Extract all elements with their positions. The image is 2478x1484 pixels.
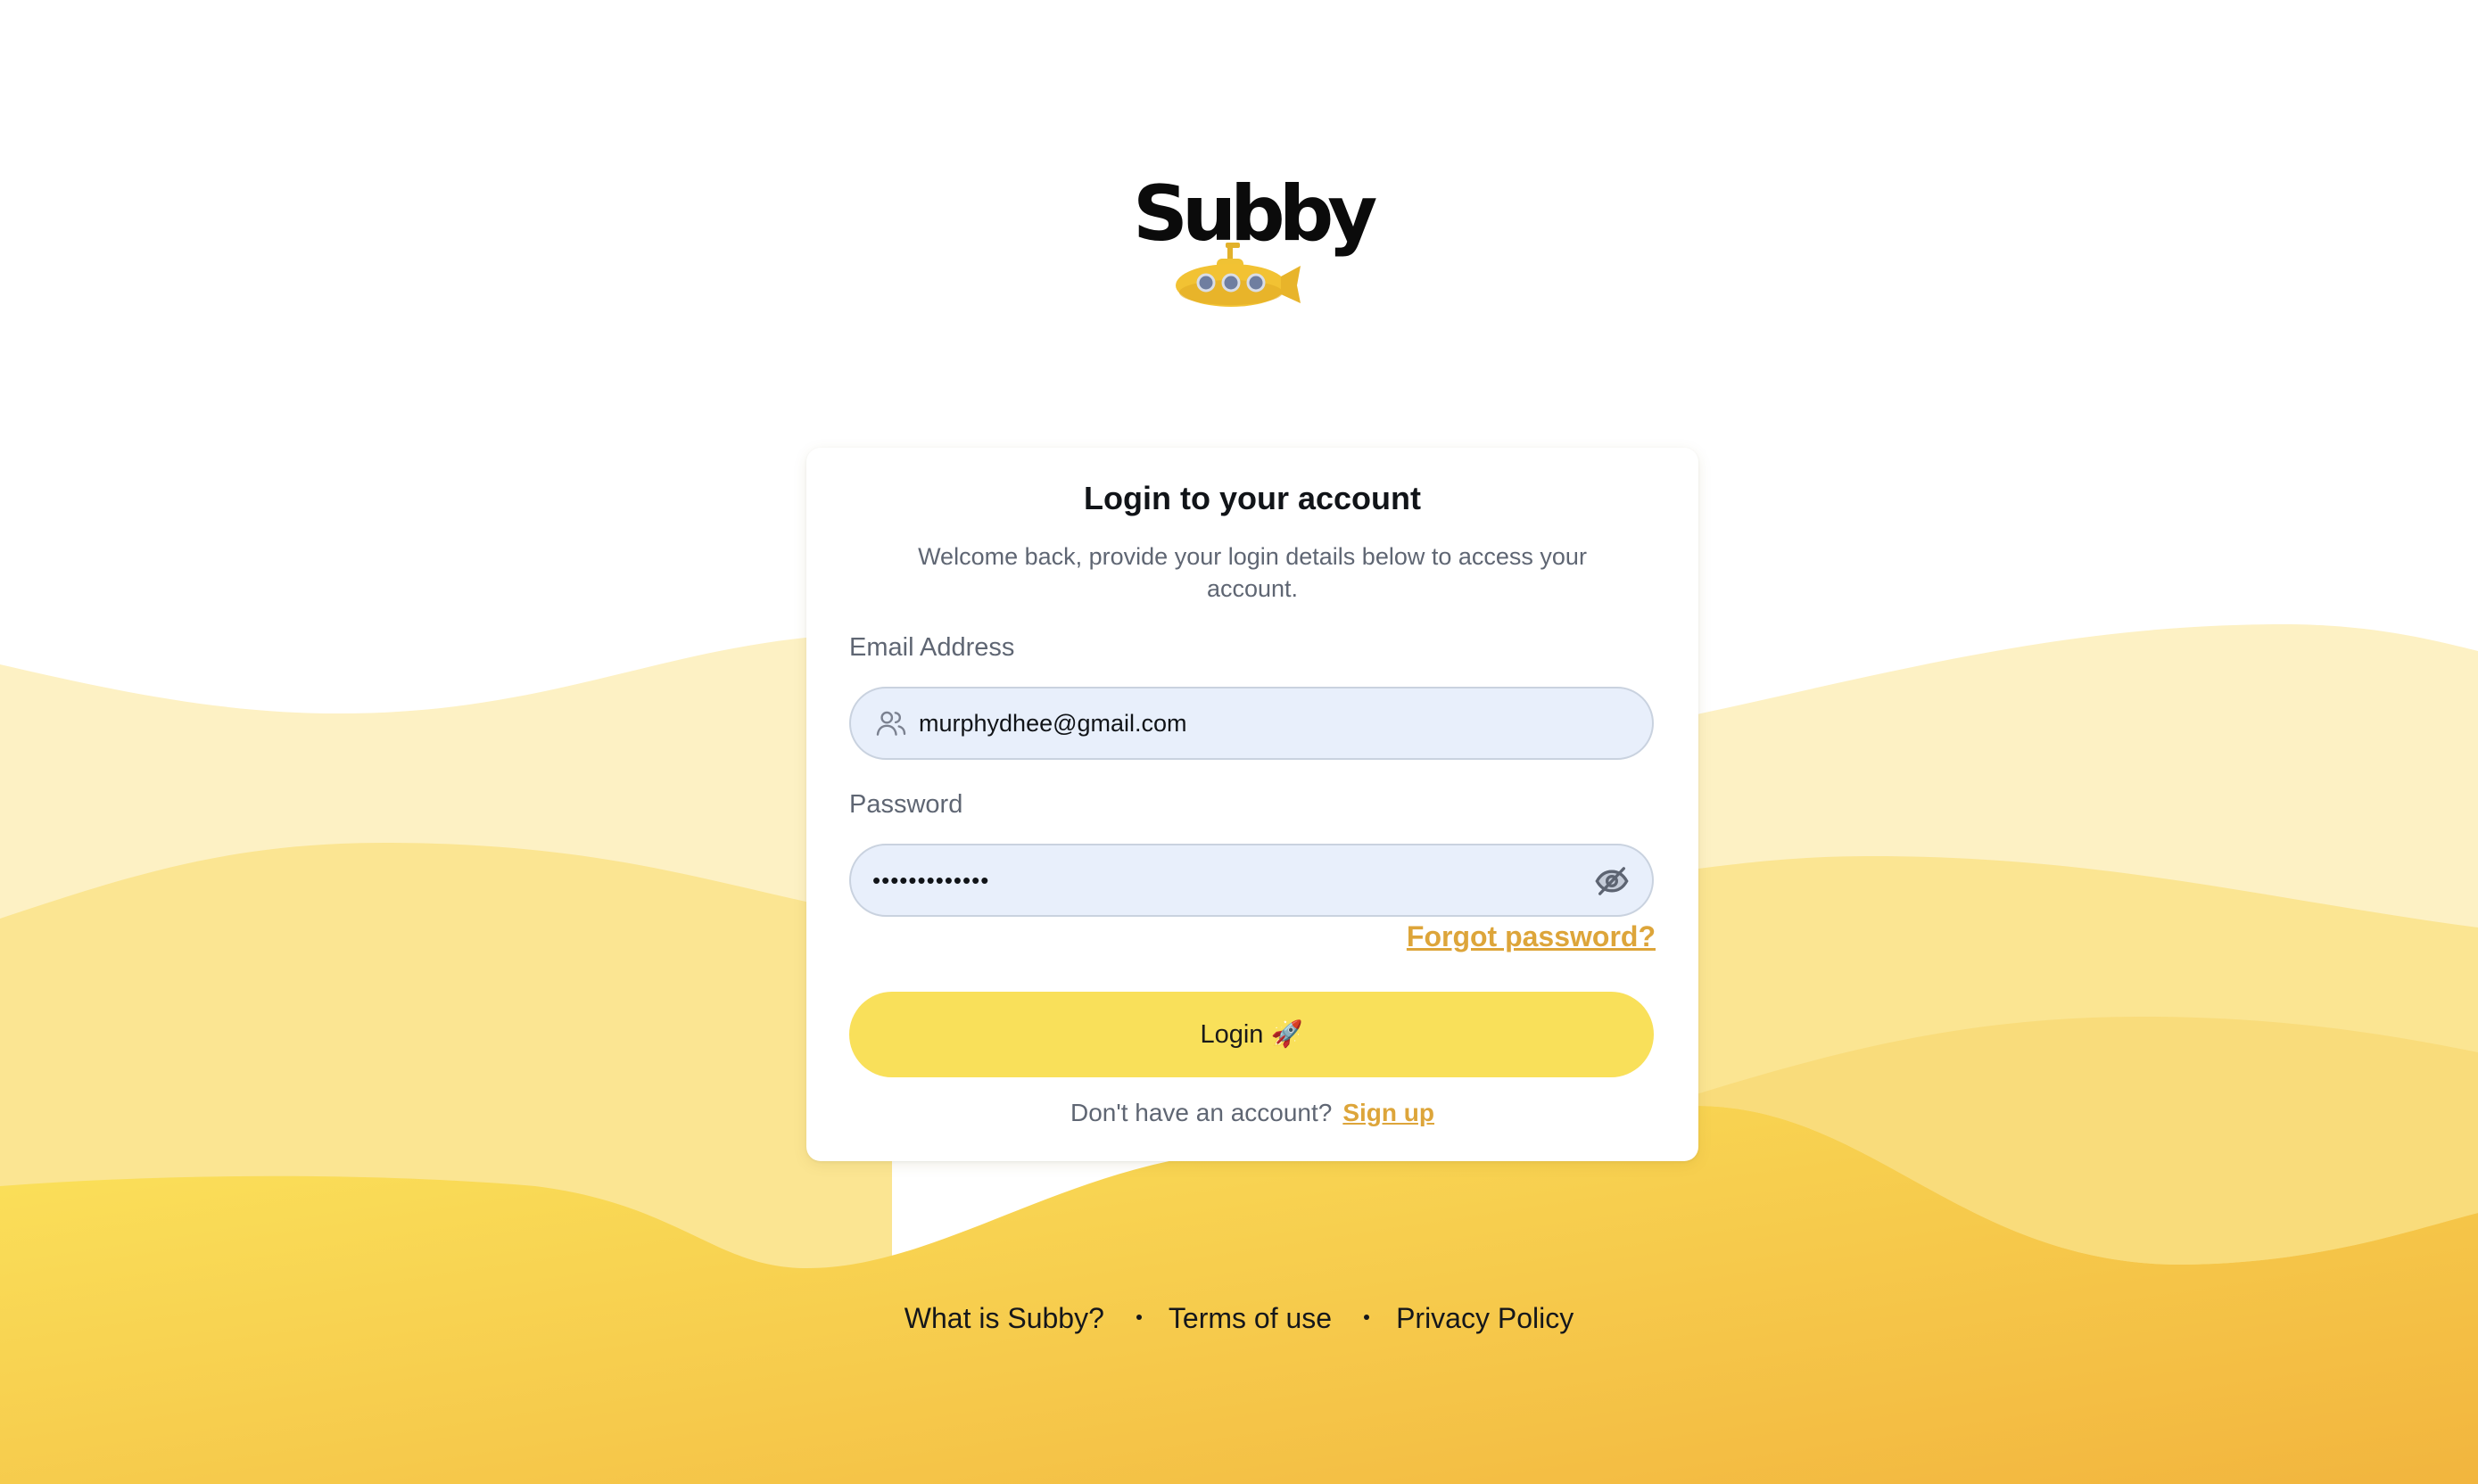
- footer-link-privacy[interactable]: Privacy Policy: [1396, 1302, 1574, 1335]
- signup-link[interactable]: Sign up: [1342, 1099, 1434, 1126]
- email-label: Email Address: [849, 633, 1015, 662]
- login-card: Login to your account Welcome back, prov…: [806, 448, 1698, 1161]
- password-value: •••••••••••••: [872, 867, 990, 894]
- footer-link-terms[interactable]: Terms of use: [1169, 1302, 1332, 1335]
- footer-link-what-is-subby[interactable]: What is Subby?: [904, 1302, 1104, 1335]
- yellow-submarine-icon: [1176, 243, 1301, 307]
- users-icon: [876, 711, 906, 736]
- footer-separator: [1136, 1314, 1142, 1320]
- signup-row: Don't have an account? Sign up: [806, 1099, 1698, 1127]
- footer-links: What is Subby? Terms of use Privacy Policy: [0, 1302, 2478, 1335]
- email-value: murphydhee@gmail.com: [919, 710, 1187, 737]
- forgot-password-link[interactable]: Forgot password?: [1407, 920, 1656, 953]
- footer-separator: [1364, 1314, 1370, 1320]
- email-field[interactable]: murphydhee@gmail.com: [849, 687, 1654, 760]
- eye-off-icon[interactable]: [1593, 863, 1631, 899]
- login-button[interactable]: Login 🚀: [849, 992, 1654, 1077]
- card-title: Login to your account: [1084, 480, 1421, 516]
- login-page: Subby Login to your account Welcome back…: [0, 0, 2478, 1484]
- signup-prompt: Don't have an account?: [1070, 1099, 1333, 1126]
- password-label: Password: [849, 790, 963, 819]
- subby-logo: Subby: [1133, 169, 1377, 321]
- password-field[interactable]: •••••••••••••: [849, 844, 1654, 917]
- card-subtitle: Welcome back, provide your login details…: [918, 543, 1587, 602]
